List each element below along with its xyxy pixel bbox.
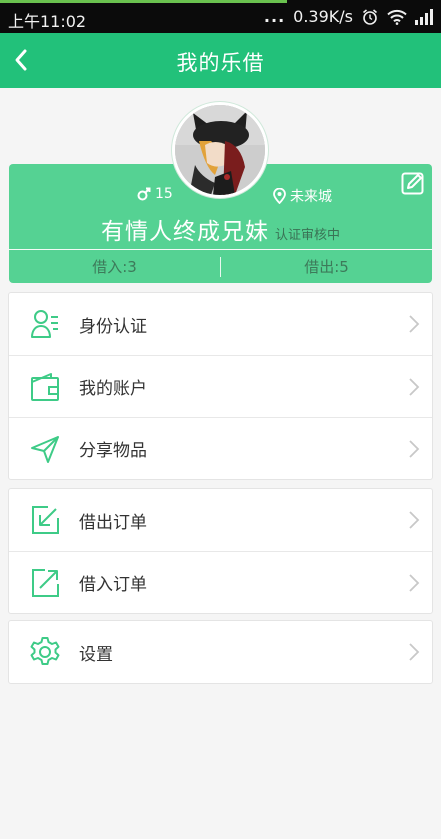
identity-icon <box>31 310 58 338</box>
menu-group-settings: 设置 <box>8 620 433 684</box>
menu-label-share: 分享物品 <box>79 441 147 461</box>
wifi-icon <box>387 9 407 25</box>
name-row: 有情人终成兄妹 认证审核中 <box>9 212 432 246</box>
borrow-in-count[interactable]: 借入:3 <box>9 250 220 283</box>
status-time: 上午11:02 <box>8 12 87 31</box>
network-speed: 0.39K/s <box>293 7 353 26</box>
chevron-right-icon <box>409 315 420 333</box>
menu-group-account: 身份认证 我的账户 分享物品 <box>8 292 433 480</box>
verify-status: 认证审核中 <box>274 228 340 243</box>
more-dots: ... <box>263 7 286 26</box>
chevron-right-icon <box>409 574 420 592</box>
menu-label-settings: 设置 <box>79 644 113 665</box>
lend-order-icon <box>32 506 59 534</box>
menu-item-settings[interactable]: 设置 <box>9 621 432 683</box>
chevron-right-icon <box>409 643 420 661</box>
alarm-icon <box>361 8 379 26</box>
menu-label-account: 我的账户 <box>79 379 147 399</box>
menu-label-borrow-orders: 借入订单 <box>79 575 147 595</box>
menu-item-account[interactable]: 我的账户 <box>9 355 432 417</box>
send-icon <box>31 436 59 463</box>
status-bar: 上午11:02 ... 0.39K/s <box>0 0 441 33</box>
wallet-icon <box>31 373 59 401</box>
menu-group-orders: 借出订单 借入订单 <box>8 488 433 614</box>
page-title: 我的乐借 <box>176 51 265 75</box>
avatar-photo <box>175 105 265 195</box>
menu-item-identity[interactable]: 身份认证 <box>9 293 432 355</box>
menu-item-lend-orders[interactable]: 借出订单 <box>9 489 432 551</box>
download-progress-bar <box>0 0 287 3</box>
borrow-out-count[interactable]: 借出:5 <box>221 250 432 283</box>
borrow-order-icon <box>32 569 59 597</box>
app-bar: 我的乐借 <box>0 33 441 88</box>
gender-age: 15 <box>137 186 173 202</box>
chevron-right-icon <box>409 440 420 458</box>
edit-icon <box>401 172 424 195</box>
avatar[interactable] <box>172 102 268 198</box>
user-name: 有情人终成兄妹 <box>100 219 269 245</box>
signal-icon <box>415 8 433 25</box>
menu-label-identity: 身份认证 <box>79 316 147 337</box>
location-value: 未来城 <box>290 189 332 205</box>
edit-profile-button[interactable] <box>400 170 426 196</box>
male-icon <box>137 187 151 201</box>
location-pin-icon <box>273 188 286 204</box>
borrow-stats: 借入:3 借出:5 <box>9 250 432 283</box>
menu-item-borrow-orders[interactable]: 借入订单 <box>9 551 432 613</box>
chevron-right-icon <box>409 378 420 396</box>
menu-item-share[interactable]: 分享物品 <box>9 417 432 479</box>
location: 未来城 <box>273 186 332 206</box>
age-value: 15 <box>155 186 173 202</box>
menu-label-lend-orders: 借出订单 <box>79 512 147 533</box>
status-indicators: ... 0.39K/s <box>264 7 433 26</box>
chevron-right-icon <box>409 511 420 529</box>
gear-icon <box>30 637 60 665</box>
